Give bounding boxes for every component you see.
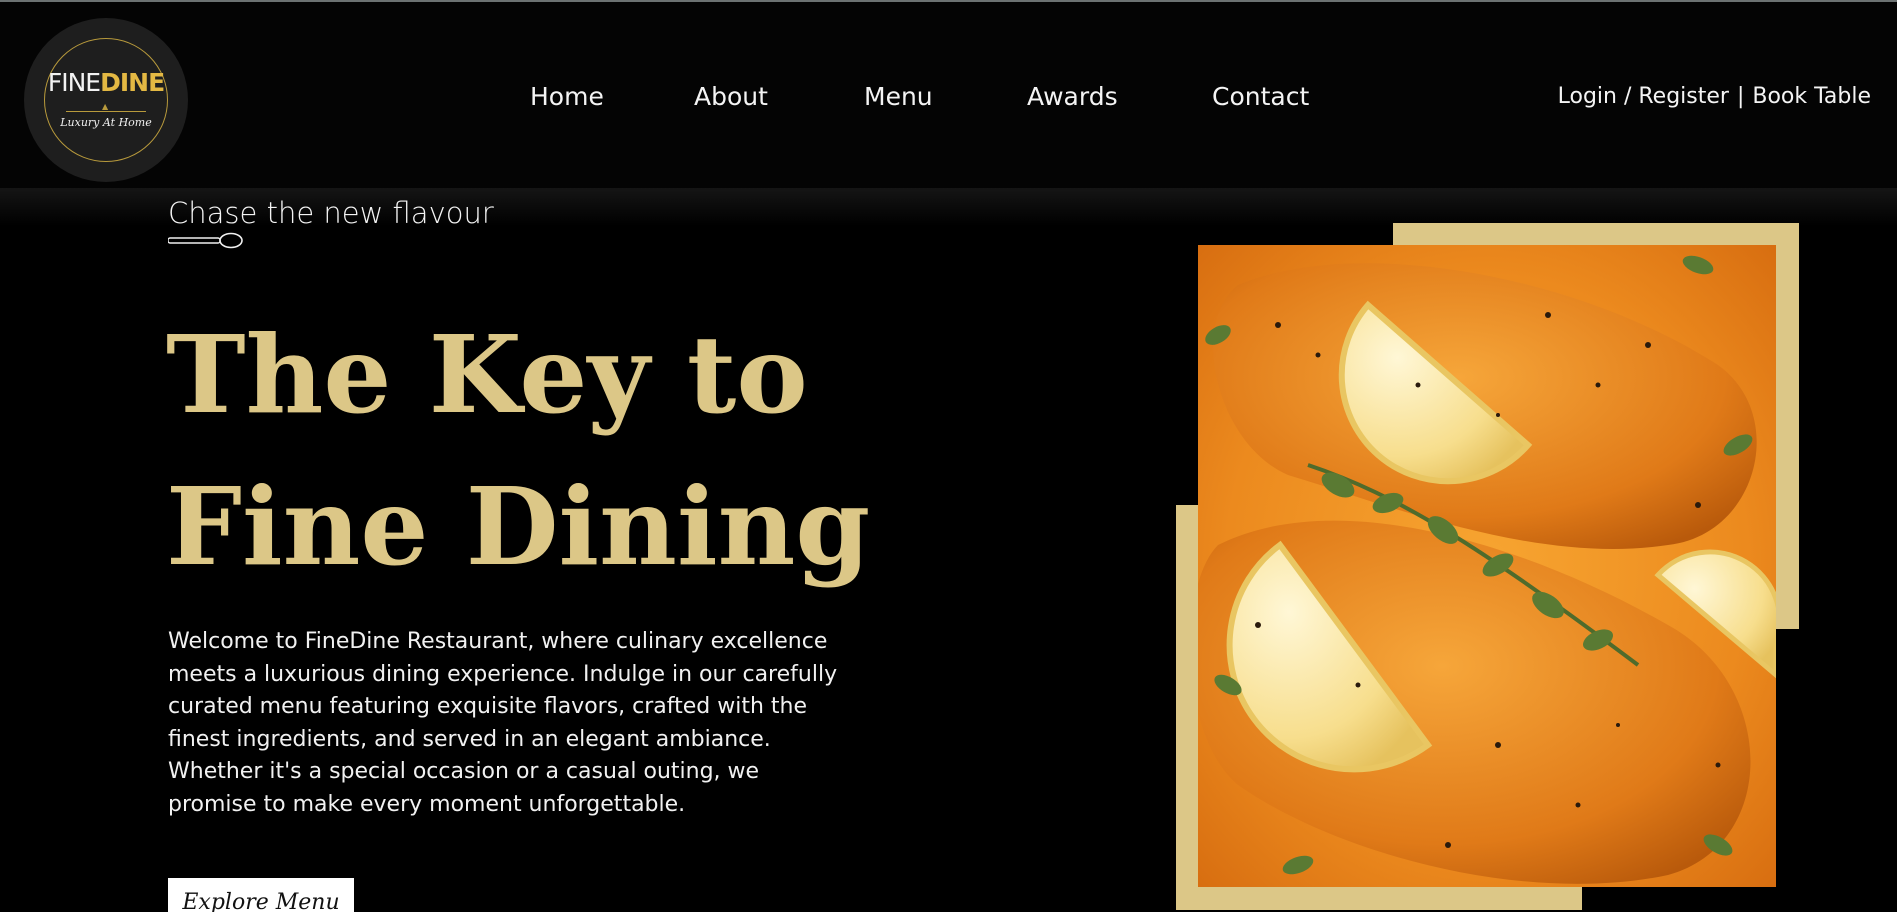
auth-links: Login / Register | Book Table: [1558, 83, 1871, 111]
logo[interactable]: FINEDINE ▲ Luxury At Home: [24, 18, 188, 182]
navbar: FINEDINE ▲ Luxury At Home Home About Men…: [0, 2, 1897, 190]
nav-contact-link[interactable]: Contact: [1212, 82, 1309, 112]
hero-title-line-2: Fine Dining: [166, 465, 871, 590]
login-register-link[interactable]: Login / Register: [1558, 84, 1729, 109]
logo-divider: [66, 111, 146, 112]
hero-description: Welcome to FineDine Restaurant, where cu…: [168, 629, 838, 817]
hero-title: The Key to Fine Dining: [166, 300, 870, 604]
hero-tagline: Chase the new flavour: [168, 196, 494, 230]
logo-text-fine: FINE: [47, 68, 101, 97]
logo-ring: [44, 38, 168, 162]
spoon-icon: [168, 232, 243, 249]
page: FINEDINE ▲ Luxury At Home Home About Men…: [0, 0, 1897, 912]
nav-about-link[interactable]: About: [694, 82, 768, 112]
nav-menu-link[interactable]: Menu: [864, 82, 933, 112]
logo-text-dine: DINE: [100, 68, 165, 97]
logo-tagline: Luxury At Home: [60, 116, 152, 129]
salmon-dish-image: [1198, 245, 1776, 887]
book-table-link[interactable]: Book Table: [1752, 84, 1871, 109]
nav-home-link[interactable]: Home: [530, 82, 604, 112]
nav-awards-link[interactable]: Awards: [1027, 82, 1118, 112]
logo-wordmark: FINEDINE: [24, 68, 188, 98]
cloche-icon: ▲: [102, 102, 109, 111]
explore-menu-button[interactable]: Explore Menu: [168, 878, 354, 912]
hero-title-line-1: The Key to: [166, 313, 808, 438]
auth-separator: |: [1736, 84, 1745, 109]
